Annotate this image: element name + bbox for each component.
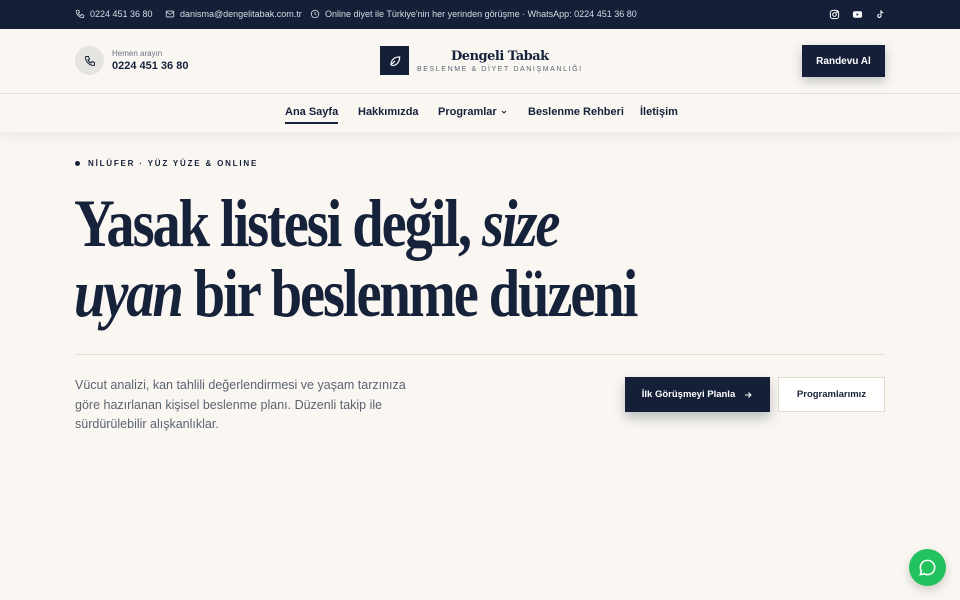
hero-headline: Yasak listesi değil, size uyan bir besle… <box>74 188 755 328</box>
arrow-right-icon <box>745 391 752 398</box>
logo-mark <box>380 46 409 75</box>
tiktok-icon[interactable] <box>875 9 886 20</box>
headline-line-1: Yasak listesi değil, size <box>74 188 755 258</box>
main-nav: Ana Sayfa Hakkımızda Programlar Beslenme… <box>0 94 960 132</box>
phone-icon <box>75 9 85 19</box>
nav-item-about[interactable]: Hakkımızda <box>358 106 419 118</box>
call-text: Hemen arayın 0224 451 36 80 <box>112 49 188 72</box>
programs-button[interactable]: Programlarımız <box>778 377 885 412</box>
topbar-notice-text: Online diyet ile Türkiye'nin her yerinde… <box>325 9 637 19</box>
mail-icon <box>165 10 175 18</box>
hero-divider <box>75 354 885 355</box>
social-links <box>829 9 886 20</box>
brand-logo-link[interactable]: Dengeli Tabak BESLENME & DİYET DANIŞMANL… <box>380 46 583 75</box>
brand-tagline: BESLENME & DİYET DANIŞMANLIĞI <box>417 65 583 73</box>
hero-eyebrow: NİLÜFER · YÜZ YÜZE & ONLINE <box>75 159 258 168</box>
call-number: 0224 451 36 80 <box>112 60 189 72</box>
phone-icon <box>84 55 95 66</box>
topbar-email-text: danisma@dengelitabak.com.tr <box>180 9 302 19</box>
headline-2-emphasis: uyan <box>74 255 184 331</box>
clock-icon <box>310 9 320 19</box>
eyebrow-dot <box>75 161 80 166</box>
nav-item-home[interactable]: Ana Sayfa <box>285 106 339 124</box>
plan-consultation-button[interactable]: İlk Görüşmeyi Planla <box>625 377 770 412</box>
appointment-button[interactable]: Randevu Al <box>802 45 885 77</box>
site-header: Hemen arayın 0224 451 36 80 Dengeli Taba… <box>0 29 960 94</box>
nav-item-programs-label: Programlar <box>438 106 497 118</box>
leaf-icon <box>389 55 400 66</box>
headline-1-text: Yasak listesi değil, <box>74 185 483 261</box>
chat-bubble-icon <box>919 559 936 576</box>
brand-text: Dengeli Tabak BESLENME & DİYET DANIŞMANL… <box>417 49 583 73</box>
top-bar: 0224 451 36 80 danisma@dengelitabak.com.… <box>0 0 960 29</box>
nav-item-programs[interactable]: Programlar <box>438 106 508 118</box>
topbar-phone-link[interactable]: 0224 451 36 80 <box>75 9 153 19</box>
plan-consultation-label: İlk Görüşmeyi Planla <box>641 389 736 400</box>
instagram-icon[interactable] <box>829 9 840 20</box>
eyebrow-text: NİLÜFER · YÜZ YÜZE & ONLINE <box>88 159 259 168</box>
nav-item-nutrition-guide[interactable]: Beslenme Rehberi <box>528 106 624 118</box>
call-icon-circle <box>75 46 104 75</box>
hero-lead: Vücut analizi, kan tahlili değerlendirme… <box>75 378 406 431</box>
nav-item-contact[interactable]: İletişim <box>640 106 678 118</box>
call-label: Hemen arayın <box>112 49 163 58</box>
chevron-down-icon <box>501 110 507 114</box>
topbar-phone-text: 0224 451 36 80 <box>90 9 153 19</box>
headline-2-text: bir beslenme düzeni <box>181 255 639 331</box>
brand-name: Dengeli Tabak <box>451 48 549 64</box>
whatsapp-chat-button[interactable] <box>909 549 946 586</box>
call-block[interactable]: Hemen arayın 0224 451 36 80 <box>75 46 188 75</box>
headline-line-2: uyan bir beslenme düzeni <box>74 258 755 328</box>
topbar-email-link[interactable]: danisma@dengelitabak.com.tr <box>165 9 302 19</box>
youtube-icon[interactable] <box>852 9 863 20</box>
headline-1-emphasis: size <box>482 185 560 261</box>
topbar-notice: Online diyet ile Türkiye'nin her yerinde… <box>310 9 637 19</box>
